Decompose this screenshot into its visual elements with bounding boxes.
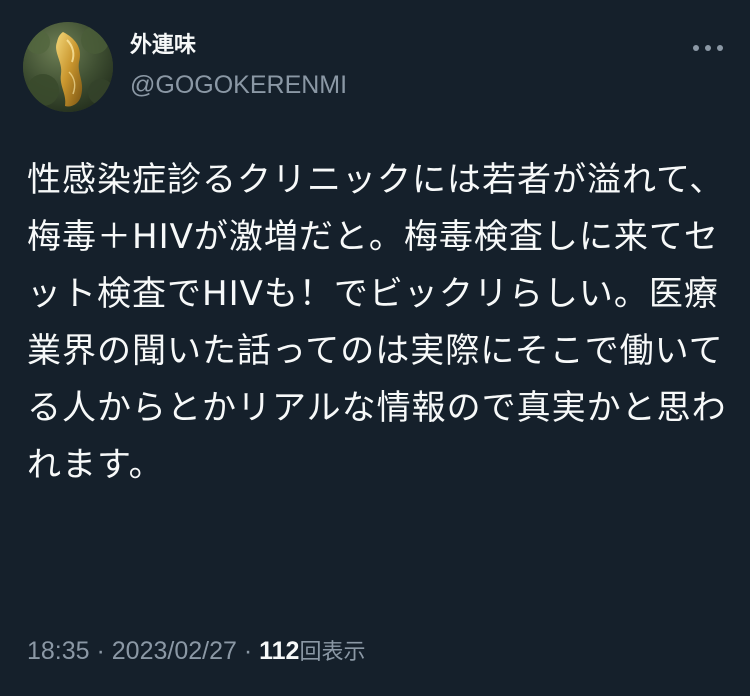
tweet: 外連味 @GOGOKERENMI 性感染症診るクリニックには若者が溢れて、梅毒＋… [0, 0, 750, 696]
tweet-text: 性感染症診るクリニックには若者が溢れて、梅毒＋HIVが激増だと。梅毒検査しに来て… [27, 160, 727, 485]
display-name[interactable]: 外連味 [130, 32, 196, 60]
views-count[interactable]: 112 [259, 637, 299, 665]
meta-separator: · [89, 637, 112, 665]
views-label: 回表示 [299, 640, 366, 665]
avatar[interactable] [23, 22, 113, 112]
tweet-date[interactable]: 2023/02/27 [112, 637, 237, 665]
tweet-time[interactable]: 18:35 [27, 637, 90, 665]
tweet-meta: 18:35 · 2023/02/27 · 112回表示 [27, 636, 365, 668]
more-icon[interactable] [688, 34, 728, 62]
username[interactable]: @GOGOKERENMI [130, 70, 347, 100]
meta-separator: · [236, 637, 260, 665]
